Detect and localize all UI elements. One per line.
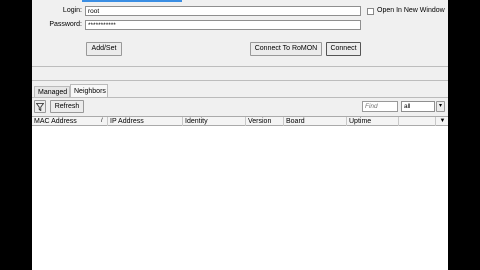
col-version[interactable]: Version [246,117,284,126]
col-board[interactable]: Board [284,117,347,126]
refresh-button[interactable]: Refresh [50,100,84,113]
col-identity[interactable]: Identity [183,117,246,126]
col-ip-address[interactable]: IP Address [108,117,183,126]
connect-button[interactable]: Connect [326,42,361,56]
tab-baseline [32,97,448,98]
column-menu-icon[interactable]: ▼ [437,117,448,126]
filter-dropdown-button[interactable]: ▾ [436,101,445,112]
chevron-down-icon: ▾ [438,103,442,109]
sort-indicator-icon: / [101,118,103,124]
section-divider [32,66,448,67]
tab-neighbors[interactable]: Neighbors [70,84,108,98]
neighbors-table-body [32,126,448,270]
open-new-window-checkbox[interactable] [367,8,374,15]
find-input[interactable] [362,101,398,112]
top-input-edge [82,0,182,2]
password-label: Password: [49,21,82,28]
table-header: MAC Address / IP Address Identity Versio… [32,116,448,126]
connect-to-romon-button[interactable]: Connect To RoMON [250,42,322,56]
col-mac-address[interactable]: MAC Address [32,117,108,126]
filter-icon [35,103,45,112]
winbox-login-window: Login: root Password: *********** Open I… [32,0,448,270]
password-field[interactable]: *********** [85,20,361,30]
filter-select[interactable]: all [401,101,435,112]
col-extra [399,117,436,126]
login-field[interactable]: root [85,6,361,16]
add-set-button[interactable]: Add/Set [86,42,122,56]
open-new-window-label: Open In New Window [377,7,445,14]
login-label: Login: [62,7,82,14]
section-divider-2 [32,80,448,81]
col-uptime[interactable]: Uptime [347,117,399,126]
filter-button[interactable] [34,100,46,113]
